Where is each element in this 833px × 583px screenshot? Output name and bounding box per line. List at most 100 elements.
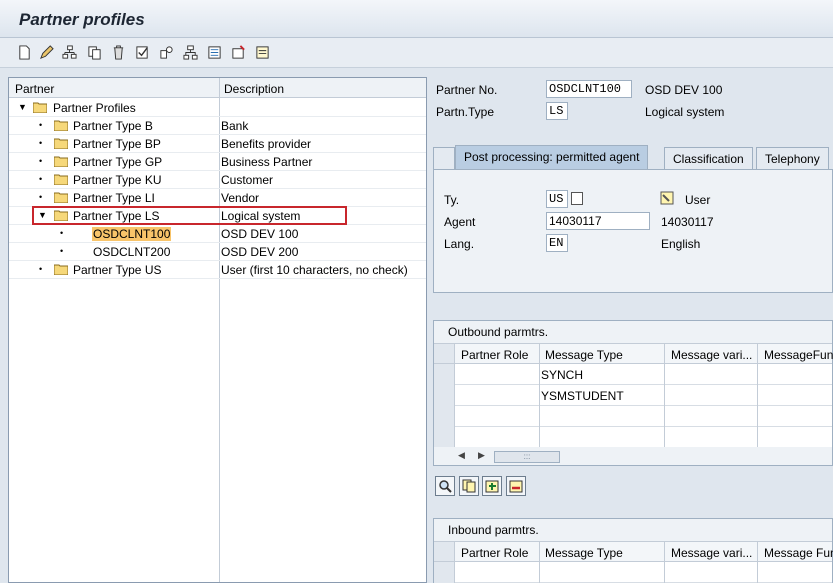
scroll-right-icon[interactable]: ▶	[478, 450, 485, 461]
title-bar: Partner profiles	[0, 0, 833, 38]
display-details-button[interactable]	[435, 476, 455, 496]
table-row[interactable]	[434, 406, 832, 427]
tree-node[interactable]: • Partner Type B Bank	[9, 117, 426, 135]
partn-type-field[interactable]: LS	[546, 102, 568, 120]
cell-message-type[interactable]: SYNCH	[541, 368, 583, 382]
bullet-icon: •	[60, 228, 64, 238]
tree-node-label: Partner Type LI	[73, 191, 155, 205]
agent-panel: Ty. US User Agent 14030117 14030117 Lang…	[433, 169, 833, 293]
bullet-icon: •	[39, 174, 43, 184]
tree-node[interactable]: • Partner Type BP Benefits provider	[9, 135, 426, 153]
expand-down-icon[interactable]: ▼	[18, 102, 27, 112]
lang-label: Lang.	[444, 237, 475, 251]
tree-icon[interactable]	[182, 44, 198, 60]
tree-node[interactable]: • Partner Type GP Business Partner	[9, 153, 426, 171]
check-icon[interactable]	[134, 44, 150, 60]
folder-icon	[54, 138, 68, 149]
edit-icon[interactable]	[38, 44, 54, 60]
col-message-function[interactable]: Message Fun...	[764, 546, 833, 560]
scroll-thumb[interactable]: :::	[494, 451, 560, 463]
tree-leaf[interactable]: • OSDCLNT200 OSD DEV 200	[9, 243, 426, 261]
lang-field[interactable]: EN	[546, 234, 568, 252]
tabstrip: Post processing: permitted agent Classif…	[433, 143, 833, 169]
table-row[interactable]	[434, 427, 832, 448]
row-selector[interactable]	[434, 406, 455, 427]
tree-leaf-label: OSDCLNT200	[93, 245, 171, 259]
col-partner-role[interactable]: Partner Role	[461, 546, 528, 560]
tree-leaf-desc: OSD DEV 200	[221, 245, 299, 259]
new-icon[interactable]	[16, 44, 32, 60]
partn-type-desc: Logical system	[645, 105, 725, 119]
tree-root-label: Partner Profiles	[53, 101, 136, 115]
select-all[interactable]	[434, 344, 455, 363]
table-row[interactable]: YSMSTUDENT	[434, 385, 832, 406]
user-icon	[660, 191, 674, 205]
tree-node-label: Partner Type US	[73, 263, 162, 277]
overview-icon[interactable]	[254, 44, 270, 60]
inbound-title: Inbound parmtrs.	[448, 523, 539, 537]
tree-node-label: Partner Type B	[73, 119, 153, 133]
col-separator	[664, 541, 665, 583]
copy-icon	[462, 479, 476, 493]
col-partner-role[interactable]: Partner Role	[461, 348, 528, 362]
lang-desc: English	[661, 237, 701, 251]
delete-icon[interactable]	[110, 44, 126, 60]
tree-node[interactable]: • Partner Type US User (first 10 charact…	[9, 261, 426, 279]
tab-post-processing[interactable]: Post processing: permitted agent	[455, 145, 649, 169]
create-row-button[interactable]	[482, 476, 502, 496]
col-message-type[interactable]: Message Type	[545, 348, 623, 362]
partn-type-label: Partn.Type	[436, 105, 495, 119]
tree-node[interactable]: • Partner Type KU Customer	[9, 171, 426, 189]
col-description: Description	[224, 82, 285, 96]
search-help-icon[interactable]	[571, 192, 583, 205]
agent-field[interactable]: 14030117	[546, 212, 650, 230]
tree-node[interactable]: • Partner Type LI Vendor	[9, 189, 426, 207]
partner-no-field[interactable]: OSDCLNT100	[546, 80, 632, 98]
bullet-icon: •	[39, 192, 43, 202]
copy-row-button[interactable]	[459, 476, 479, 496]
copy-icon[interactable]	[86, 44, 102, 60]
outbound-header: Partner Role Message Type Message vari..…	[434, 343, 833, 364]
tree-header: Partner Description	[9, 78, 426, 98]
folder-icon	[54, 120, 68, 131]
folder-icon	[54, 264, 68, 275]
tab-classification[interactable]: Classification	[664, 147, 753, 169]
delete-row-icon	[509, 480, 523, 493]
col-message-variant[interactable]: Message vari...	[671, 348, 752, 362]
ty-field[interactable]: US	[546, 190, 568, 208]
scroll-left-icon[interactable]: ◀	[458, 450, 465, 461]
magnifier-icon	[439, 480, 452, 493]
row-selector[interactable]	[434, 385, 455, 406]
col-message-variant[interactable]: Message vari...	[671, 546, 752, 560]
ty-label: Ty.	[444, 193, 460, 207]
tab-telephony[interactable]: Telephony	[756, 147, 829, 169]
tree-node-label: Partner Type KU	[73, 173, 162, 187]
col-message-type[interactable]: Message Type	[545, 546, 623, 560]
row-selector[interactable]	[434, 562, 455, 583]
row-selector[interactable]	[434, 364, 455, 385]
tree-node-desc: Business Partner	[221, 155, 313, 169]
col-message-function[interactable]: MessageFun...	[764, 348, 833, 362]
hierarchy-icon[interactable]	[61, 44, 77, 60]
delete-row-button[interactable]	[506, 476, 526, 496]
settings-icon[interactable]	[230, 44, 246, 60]
display-icon[interactable]	[158, 44, 174, 60]
tree-root[interactable]: ▼ Partner Profiles	[9, 99, 426, 117]
highlight-box	[32, 206, 347, 225]
tree-leaf-selected[interactable]: • OSDCLNT100 OSD DEV 100	[9, 225, 426, 243]
folder-icon	[54, 156, 68, 167]
col-separator	[539, 343, 540, 449]
row-selector[interactable]	[434, 427, 455, 448]
partner-no-desc: OSD DEV 100	[645, 83, 723, 97]
table-row[interactable]: SYNCH	[434, 364, 832, 385]
folder-icon	[54, 192, 68, 203]
col-separator	[757, 541, 758, 583]
outbound-grid: Outbound parmtrs. Partner Role Message T…	[433, 320, 833, 466]
print-icon[interactable]	[206, 44, 222, 60]
table-row[interactable]	[434, 562, 832, 583]
tree-node-label: Partner Type GP	[73, 155, 163, 169]
horizontal-scrollbar[interactable]: ◀ ▶ :::	[434, 447, 832, 465]
cell-message-type[interactable]: YSMSTUDENT	[541, 389, 624, 403]
select-all[interactable]	[434, 542, 455, 561]
col-separator	[539, 541, 540, 583]
